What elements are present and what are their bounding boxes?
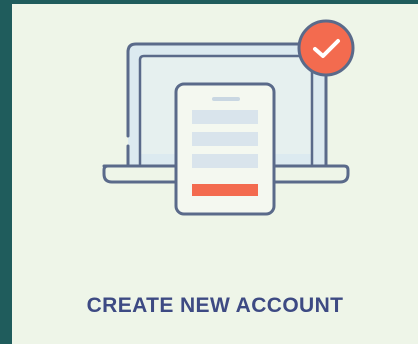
page-frame: CREATE NEW ACCOUNT bbox=[0, 0, 418, 344]
form-field-2 bbox=[192, 132, 258, 146]
check-badge-circle bbox=[297, 19, 355, 77]
left-edge-strip bbox=[0, 0, 12, 344]
laptop-with-signup-form-icon bbox=[102, 19, 355, 216]
form-field-3 bbox=[192, 154, 258, 168]
create-account-card[interactable]: CREATE NEW ACCOUNT bbox=[12, 4, 418, 344]
card-title: CREATE NEW ACCOUNT bbox=[86, 294, 344, 317]
checkmark-icon bbox=[297, 19, 355, 77]
form-header-line bbox=[212, 97, 240, 101]
form-submit-bar bbox=[192, 184, 258, 196]
form-field-1 bbox=[192, 110, 258, 124]
